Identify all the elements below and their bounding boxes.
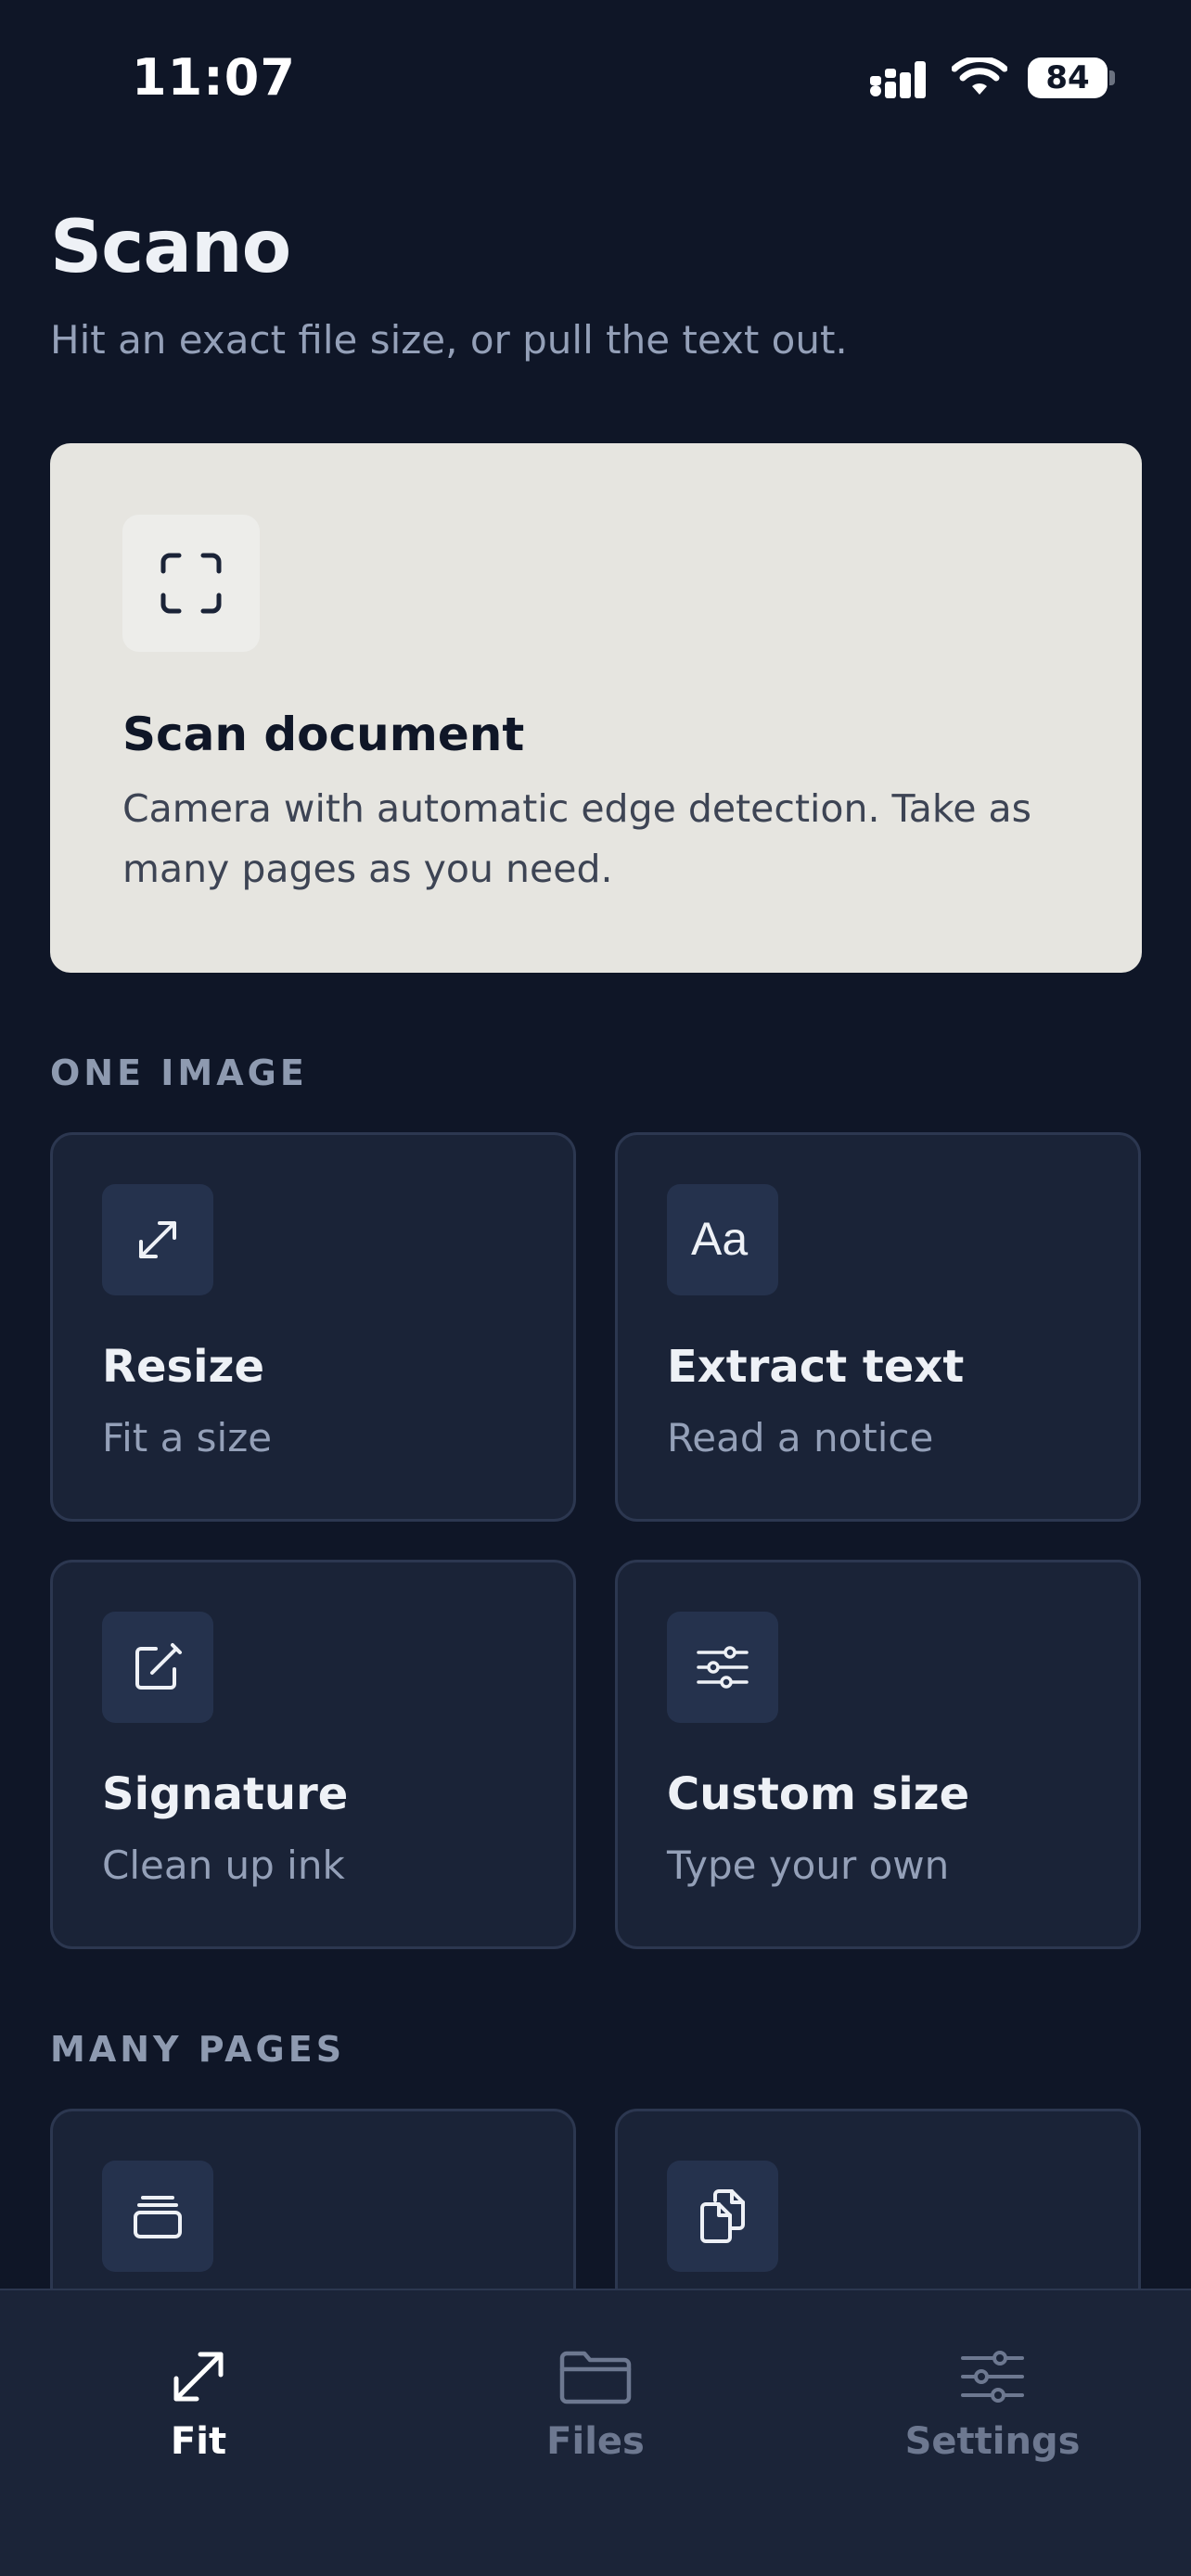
tab-fit[interactable]: Fit xyxy=(0,2290,397,2494)
status-bar: 11:07 84 xyxy=(0,0,1191,158)
tile-title: Resize xyxy=(102,1341,265,1393)
wifi-icon xyxy=(952,57,1007,95)
page-subtitle: Hit an exact file size, or pull the text… xyxy=(50,317,848,363)
scan-card-title: Scan document xyxy=(122,708,525,761)
tile-resize[interactable]: Resize Fit a size xyxy=(50,1132,576,1522)
tile-subtitle: Clean up ink xyxy=(102,1843,345,1888)
folder-icon xyxy=(559,2351,632,2404)
tile-custom-size[interactable]: Custom size Type your own xyxy=(615,1560,1141,1949)
tab-label: Files xyxy=(546,2420,645,2463)
tile-icon-container xyxy=(102,1612,213,1723)
section-label-one-image: ONE IMAGE xyxy=(50,1052,308,1093)
sliders-icon xyxy=(961,2351,1024,2403)
tile-icon-container xyxy=(102,1184,213,1295)
scan-frame-icon xyxy=(160,553,222,614)
battery-indicator: 84 xyxy=(1028,57,1108,98)
tile-icon-container xyxy=(102,2161,213,2272)
tab-settings[interactable]: Settings xyxy=(794,2290,1191,2494)
tile-extract-text[interactable]: Aa Extract text Read a notice xyxy=(615,1132,1141,1522)
tile-icon-container xyxy=(667,1612,778,1723)
tab-label: Settings xyxy=(904,2420,1081,2463)
tile-icon-container xyxy=(667,2161,778,2272)
tile-subtitle: Fit a size xyxy=(102,1415,273,1460)
scan-card-description: Camera with automatic edge detection. Ta… xyxy=(122,786,1031,891)
battery-nub xyxy=(1109,70,1115,85)
sliders-icon xyxy=(697,1646,749,1689)
text-aa-icon: Aa xyxy=(691,1214,748,1265)
stack-icon xyxy=(134,2196,182,2238)
tile-title: Extract text xyxy=(667,1341,965,1393)
scan-icon-container xyxy=(122,515,260,652)
scan-document-card[interactable]: Scan document Camera with automatic edge… xyxy=(50,443,1142,973)
tab-label: Fit xyxy=(170,2420,227,2463)
tab-files[interactable]: Files xyxy=(397,2290,794,2494)
resize-arrows-icon xyxy=(139,1221,176,1258)
page-title: Scano xyxy=(50,206,291,289)
tile-subtitle: Read a notice xyxy=(667,1415,934,1460)
section-label-many-pages: MANY PAGES xyxy=(50,2029,346,2070)
battery-level: 84 xyxy=(1045,59,1090,96)
tile-icon-container: Aa xyxy=(667,1184,778,1295)
documents-icon xyxy=(700,2189,745,2243)
status-time: 11:07 xyxy=(132,48,296,107)
tile-subtitle: Type your own xyxy=(667,1843,950,1888)
signature-edit-icon xyxy=(135,1643,182,1690)
tile-title: Signature xyxy=(102,1768,349,1820)
tile-signature[interactable]: Signature Clean up ink xyxy=(50,1560,576,1949)
cellular-signal-icon xyxy=(870,61,926,98)
resize-arrows-icon xyxy=(173,2352,224,2402)
svg-text:Aa: Aa xyxy=(691,1214,748,1265)
tab-bar: Fit Files Settings xyxy=(0,2289,1191,2576)
tile-title: Custom size xyxy=(667,1768,970,1820)
